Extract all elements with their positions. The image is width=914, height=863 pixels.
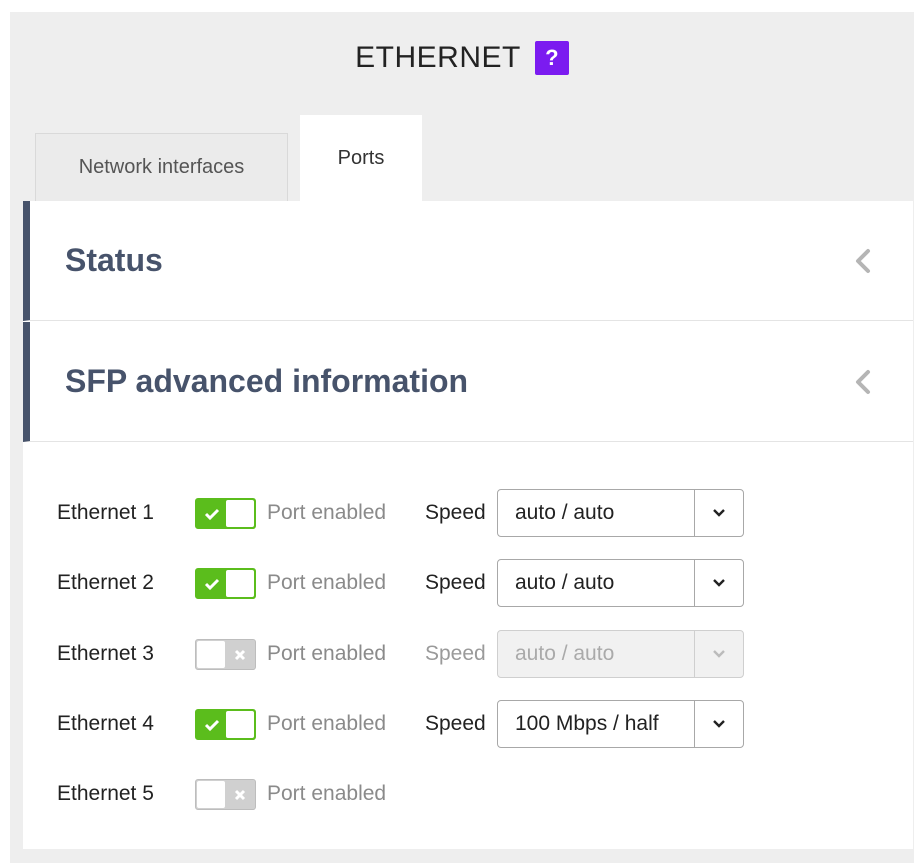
page-title: ETHERNET xyxy=(355,41,521,74)
port-name: Ethernet 2 xyxy=(57,571,154,594)
check-icon xyxy=(200,572,224,596)
speed-label: Speed xyxy=(425,501,486,524)
port-enabled-label: Port enabled xyxy=(267,782,387,805)
speed-value: auto / auto xyxy=(515,642,615,665)
close-icon xyxy=(228,643,252,667)
close-icon xyxy=(228,783,252,807)
check-icon xyxy=(200,502,224,526)
toggle-knob xyxy=(197,640,225,668)
port-row-ethernet-1: Ethernet 1 Port enabled Speed auto / aut… xyxy=(57,489,777,537)
port-enabled-toggle[interactable] xyxy=(195,778,256,810)
port-enabled-toggle[interactable] xyxy=(195,708,256,740)
port-enabled-label: Port enabled xyxy=(267,501,387,524)
speed-value: auto / auto xyxy=(515,571,615,594)
port-enabled-toggle[interactable] xyxy=(195,567,256,599)
tab-network-interfaces[interactable]: Network interfaces xyxy=(35,133,288,201)
speed-label: Speed xyxy=(425,642,486,665)
ports-panel: Status SFP advanced information Ethernet… xyxy=(23,201,913,849)
toggle-knob xyxy=(226,710,254,738)
sfp-section-header[interactable]: SFP advanced information xyxy=(23,322,913,442)
status-section-title: Status xyxy=(65,242,163,278)
toggle-knob xyxy=(226,499,254,527)
toggle-knob xyxy=(226,569,254,597)
port-row-ethernet-2: Ethernet 2 Port enabled Speed auto / aut… xyxy=(57,559,777,607)
port-name: Ethernet 3 xyxy=(57,642,154,665)
speed-label: Speed xyxy=(425,571,486,594)
port-enabled-toggle[interactable] xyxy=(195,497,256,529)
help-icon[interactable]: ? xyxy=(534,41,569,75)
tab-ports[interactable]: Ports xyxy=(300,115,422,202)
port-name: Ethernet 4 xyxy=(57,712,154,735)
port-row-ethernet-5: Ethernet 5 Port enabled xyxy=(57,770,777,818)
port-enabled-label: Port enabled xyxy=(267,712,387,735)
port-row-ethernet-4: Ethernet 4 Port enabled Speed 100 Mbps /… xyxy=(57,700,777,748)
ethernet-page: ETHERNET ? Network interfaces Ports Stat… xyxy=(10,12,914,863)
chevron-down-icon[interactable] xyxy=(694,560,743,606)
check-icon xyxy=(200,713,224,737)
speed-select[interactable]: auto / auto xyxy=(497,559,744,607)
toggle-knob xyxy=(197,780,225,808)
chevron-left-icon[interactable] xyxy=(853,246,873,276)
port-name: Ethernet 5 xyxy=(57,782,154,805)
port-enabled-label: Port enabled xyxy=(267,642,387,665)
port-enabled-toggle[interactable] xyxy=(195,638,256,670)
chevron-down-icon[interactable] xyxy=(694,701,743,747)
chevron-left-icon[interactable] xyxy=(853,367,873,397)
speed-select: auto / auto xyxy=(497,630,744,678)
sfp-section-title: SFP advanced information xyxy=(65,363,469,399)
port-name: Ethernet 1 xyxy=(57,501,154,524)
chevron-down-icon[interactable] xyxy=(694,490,743,536)
speed-select[interactable]: auto / auto xyxy=(497,489,744,537)
speed-select[interactable]: 100 Mbps / half xyxy=(497,700,744,748)
speed-value: auto / auto xyxy=(515,501,615,524)
port-row-ethernet-3: Ethernet 3 Port enabled Speed auto / aut… xyxy=(57,630,777,678)
port-enabled-label: Port enabled xyxy=(267,571,387,594)
speed-value: 100 Mbps / half xyxy=(515,712,659,735)
status-section-header[interactable]: Status xyxy=(23,201,913,321)
page-header: ETHERNET ? xyxy=(10,12,914,104)
chevron-down-icon xyxy=(694,631,743,677)
speed-label: Speed xyxy=(425,712,486,735)
